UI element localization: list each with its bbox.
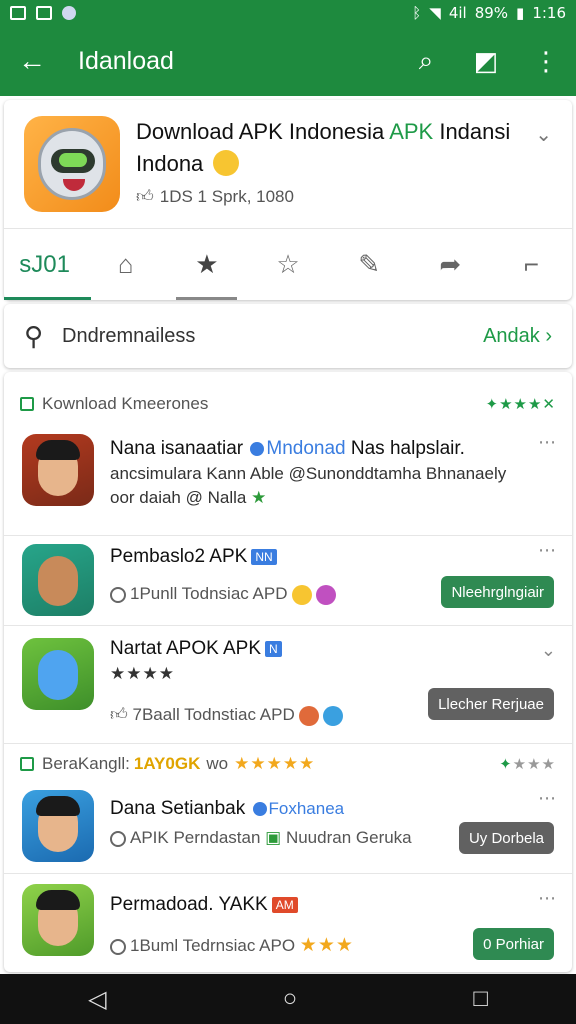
rating-stars-icon: ★★★★ [110, 664, 175, 683]
tab-home-icon[interactable]: ⌂ [85, 229, 166, 300]
install-button[interactable]: 0 Porhiar [473, 928, 554, 960]
section-checkbox-icon [20, 757, 34, 771]
clock-icon [110, 938, 126, 955]
tab-share-icon[interactable]: ➦ [410, 229, 491, 300]
verified-icon [252, 801, 267, 816]
chevron-down-icon[interactable]: ⌄ [541, 640, 556, 661]
section-header: BeraKangll: 1AY0GK wo ★★★★★ ✦★★★ [4, 744, 572, 784]
clock-icon [110, 830, 126, 847]
clock-icon [110, 586, 126, 603]
search-card: ⚲ Dndremnailess Andak › [4, 304, 572, 368]
app-name: Download APK Indonesia APK Indansi Indon… [136, 119, 511, 177]
search-query[interactable]: Dndremnailess [62, 325, 483, 348]
rating-stars-icon: ✦★★★✕ [485, 396, 556, 413]
more-horiz-icon[interactable]: ⋯ [538, 788, 556, 809]
thumbs-up-icon: 👍︎ [136, 187, 154, 206]
tab-star-filled-icon[interactable]: ★ [166, 229, 247, 300]
app-list-card: Kownload Kmeerones ✦★★★✕ Nana isanaatiar… [4, 372, 572, 972]
clock: 1:16 [532, 4, 566, 22]
more-vert-icon[interactable]: ⋮ [516, 46, 576, 77]
wifi-icon: ◥ [429, 4, 441, 22]
tab-pen-icon[interactable]: ✎ [329, 229, 410, 300]
app-bar: ← Idanload ⌕ ◩ ⋮ [0, 26, 576, 96]
action-button[interactable]: Llecher Rerjuae [428, 688, 554, 720]
list-item[interactable]: Permadoad. YAKK AM 1Buml Tedrnsiac APO ★★… [4, 874, 572, 972]
list-item[interactable]: Nana isanaatiar Mndonad Nas halpslair. a… [4, 428, 572, 536]
section-checkbox-icon [20, 397, 34, 411]
avatar [22, 790, 94, 862]
install-button[interactable]: Nleehrglngiair [441, 576, 554, 608]
more-horiz-icon[interactable]: ⋯ [538, 540, 556, 561]
bluetooth-icon: ᛒ [412, 4, 422, 22]
thumbs-up-icon: 👍︎ [110, 705, 128, 724]
app-notification-icon [36, 6, 52, 20]
gallery-notification-icon [10, 6, 26, 20]
recents-square-icon[interactable]: □ [473, 985, 488, 1013]
list-item[interactable]: Nartat APOK APK N ★★★★ 👍︎ 7Baall Todnstia… [4, 626, 572, 744]
action-button[interactable]: Uy Dorbela [458, 822, 554, 854]
messenger-notification-icon [62, 6, 76, 20]
more-horiz-icon[interactable]: ⋯ [538, 888, 556, 909]
check-icon: ▣ [265, 828, 282, 847]
search-icon[interactable]: ⚲ [24, 321, 62, 352]
tab-comment-icon[interactable]: ⌐ [491, 229, 572, 300]
edit-icon[interactable]: ◩ [456, 46, 516, 77]
avatar [22, 884, 94, 956]
signal-text: 4il [448, 4, 467, 22]
tab-star-outline-icon[interactable]: ☆ [247, 229, 328, 300]
home-circle-icon[interactable]: ○ [283, 985, 298, 1013]
status-bar: ᛒ ◥ 4il 89% ▮ 1:16 [0, 0, 576, 26]
app-icon-robot[interactable] [24, 116, 120, 212]
tab-bar: sJ01 ⌂ ★ ☆ ✎ ➦ ⌐ [4, 228, 572, 300]
avatar [22, 434, 94, 506]
rating-stars-icon: ✦★★★ [499, 756, 556, 773]
avatar [22, 544, 94, 616]
tab-overview[interactable]: sJ01 [4, 229, 92, 300]
more-horiz-icon[interactable]: ⋯ [538, 432, 556, 453]
section-header: Kownload Kmeerones ✦★★★✕ [4, 384, 572, 424]
back-arrow-icon[interactable]: ← [0, 45, 64, 77]
list-item[interactable]: Pembaslo2 APK NN 1Punll Todnsiac APD ⋯ Nl… [4, 536, 572, 626]
star-icon: ★ [251, 488, 267, 507]
app-meta: 👍︎ 1DS 1 Sprk, 1080 [136, 186, 294, 207]
list-item[interactable]: Dana Setianbak Foxhanea APIK Perndastan … [4, 784, 572, 874]
battery-icon: ▮ [516, 4, 525, 22]
search-action-link[interactable]: Andak › [483, 325, 552, 348]
rating-stars-icon: ★★★ [299, 935, 354, 956]
avatar [22, 638, 94, 710]
app-header-card: Download APK Indonesia APK Indansi Indon… [4, 100, 572, 300]
system-nav-bar: ◁ ○ □ [0, 974, 576, 1024]
search-icon[interactable]: ⌕ [396, 45, 456, 77]
back-triangle-icon[interactable]: ◁ [88, 985, 106, 1014]
app-bar-title: Idanload [78, 46, 174, 75]
chevron-down-icon[interactable]: ⌄ [535, 122, 552, 147]
smiley-emoji-icon [213, 150, 240, 177]
rating-stars-icon: ★★★★★ [234, 754, 316, 773]
battery-text: 89% [474, 4, 509, 22]
verified-icon [250, 441, 265, 456]
